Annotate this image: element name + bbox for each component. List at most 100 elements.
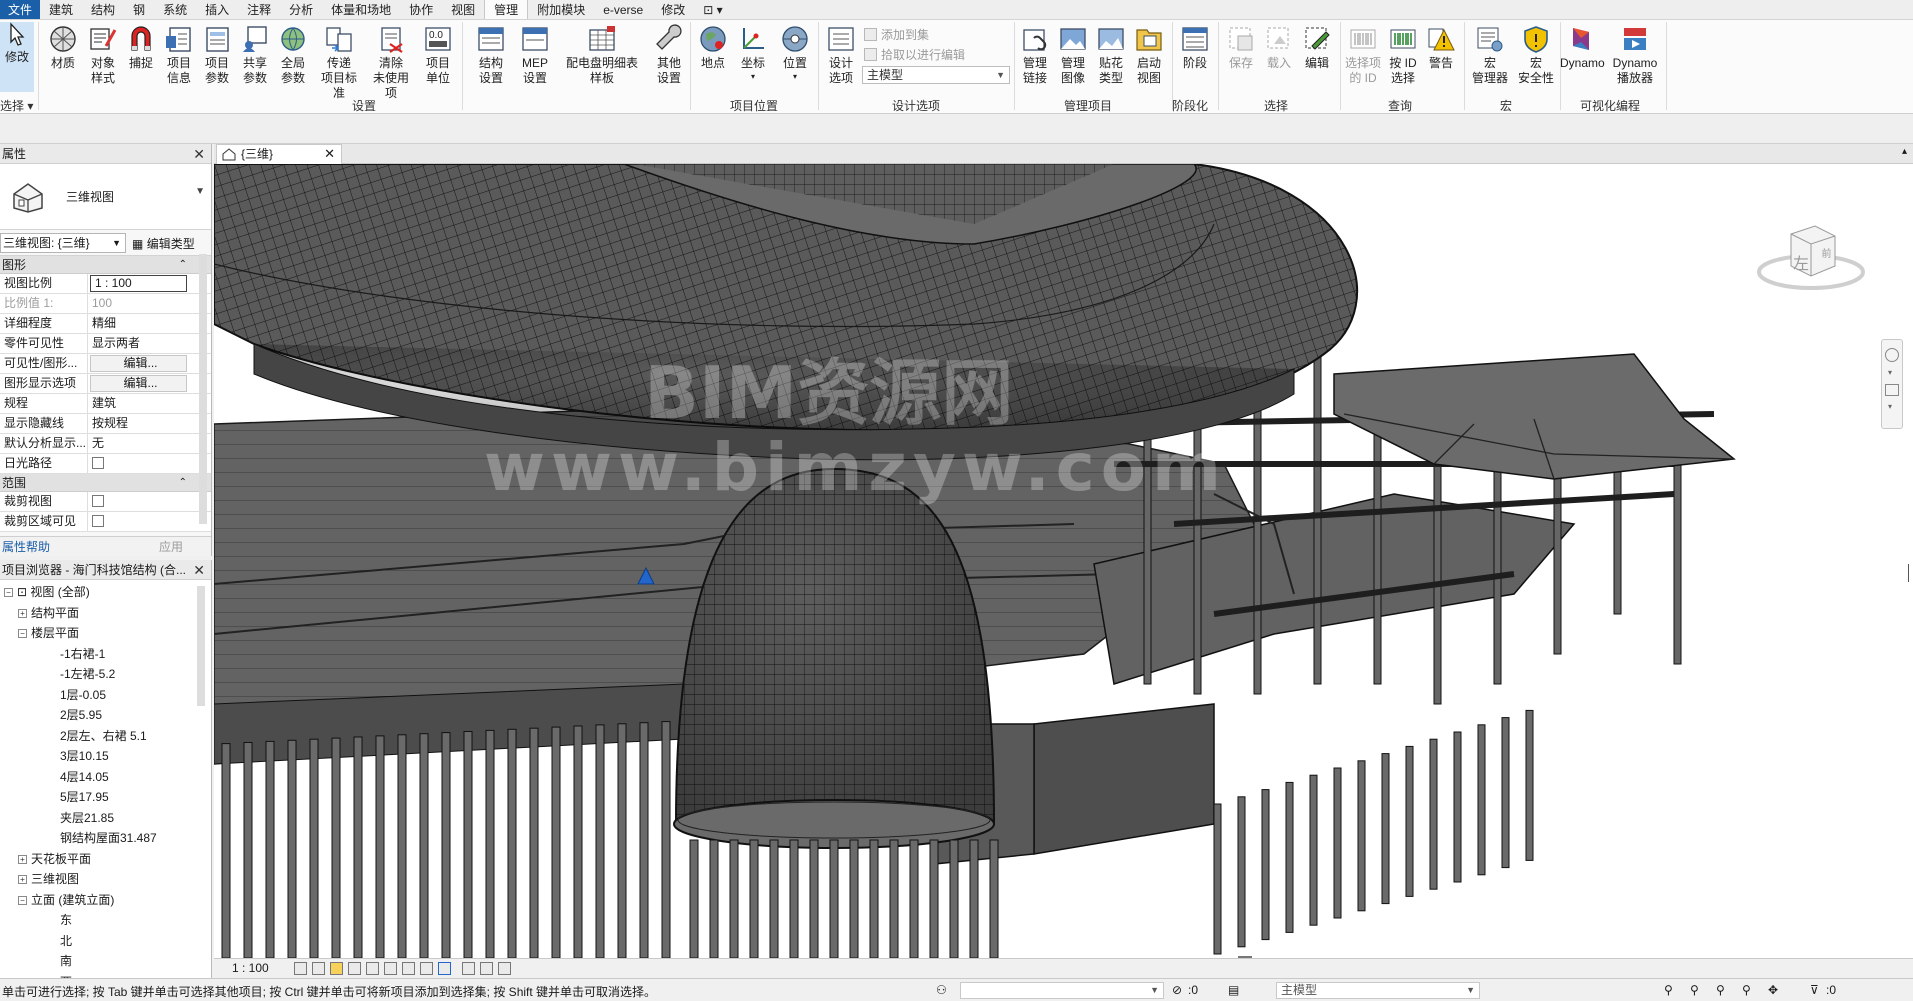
checkbox[interactable] <box>92 495 104 507</box>
checkbox[interactable] <box>92 515 104 527</box>
property-edit-button[interactable]: 编辑... <box>90 375 187 392</box>
manage-images-button[interactable]: 管理 图像 <box>1054 24 1092 86</box>
viewcube[interactable]: 左 前 <box>1753 214 1873 304</box>
properties-help-link[interactable]: 属性帮助 <box>2 537 50 557</box>
tab-menu-3[interactable]: 钢 <box>124 0 154 19</box>
property-value[interactable]: 建筑 <box>88 394 189 413</box>
decal-types-button[interactable]: 贴花 类型 <box>1092 24 1130 86</box>
location-button[interactable]: 地点 <box>694 24 732 71</box>
visual-style-icon[interactable] <box>312 962 325 975</box>
editable-only-icon[interactable]: ⊘ <box>1172 983 1182 997</box>
macro-manager-button[interactable]: 宏 管理器 <box>1468 24 1512 86</box>
tab-menu-6[interactable]: 注释 <box>238 0 280 19</box>
save-selection-button[interactable]: 保存 <box>1222 24 1260 71</box>
close-icon[interactable]: ✕ <box>193 144 205 164</box>
select-underlay-icon[interactable]: ⚲ <box>1690 983 1699 997</box>
position-button[interactable]: 位置 ▾ <box>776 24 814 84</box>
browser-item[interactable]: 2层5.95 <box>60 705 102 725</box>
browser-item[interactable]: 南 <box>60 951 72 971</box>
collapse-icon[interactable]: − <box>18 895 27 905</box>
collapse-icon[interactable]: − <box>4 588 13 598</box>
shared-params-button[interactable]: 共享 参数 <box>236 24 274 86</box>
property-checkbox[interactable] <box>88 454 189 473</box>
design-options-button[interactable]: 设计 选项 <box>822 24 860 86</box>
detail-level-icon[interactable] <box>294 962 307 975</box>
viewcube-left-face[interactable]: 左 <box>1793 250 1809 274</box>
materials-button[interactable]: 材质 <box>44 24 82 71</box>
project-info-button[interactable]: 项目 信息 <box>160 24 198 86</box>
tab-menu-11[interactable]: 管理 <box>484 0 529 19</box>
expand-icon[interactable]: + <box>18 608 27 618</box>
expand-icon[interactable]: + <box>18 854 27 864</box>
browser-item[interactable]: 1层-0.05 <box>60 685 106 705</box>
edit-selection-button[interactable]: 编辑 <box>1298 24 1336 71</box>
global-params-button[interactable]: 全局 参数 <box>274 24 312 86</box>
browser-item[interactable]: − 立面 (建筑立面) <box>18 890 114 910</box>
browser-item[interactable]: + 天花板平面 <box>18 849 91 869</box>
design-option-status[interactable]: 主模型 ▼ <box>1276 982 1480 999</box>
browser-item[interactable]: − 楼层平面 <box>18 623 79 643</box>
tab-3d-view[interactable]: {三维} ✕ <box>216 144 342 164</box>
browser-item[interactable]: + 结构平面 <box>18 603 79 623</box>
property-value[interactable]: 1 : 100 <box>90 275 187 292</box>
project-params-button[interactable]: 项目 参数 <box>198 24 236 86</box>
select-by-face-icon[interactable]: ⚲ <box>1742 983 1751 997</box>
load-selection-button[interactable]: 载入 <box>1260 24 1298 71</box>
tab-menu-4[interactable]: 系统 <box>154 0 196 19</box>
browser-item[interactable]: 北 <box>60 931 72 951</box>
checkbox[interactable] <box>92 457 104 469</box>
close-icon[interactable]: ✕ <box>193 560 205 580</box>
browser-item[interactable]: 3层10.15 <box>60 746 109 766</box>
group-extents[interactable]: 范围 ⌃ <box>0 474 211 492</box>
tab-menu-9[interactable]: 协作 <box>400 0 442 19</box>
browser-scrollbar[interactable] <box>197 586 205 706</box>
property-value[interactable]: 显示两者 <box>88 334 189 353</box>
other-settings-button[interactable]: 其他 设置 <box>650 24 688 86</box>
property-value[interactable]: 无 <box>88 434 189 453</box>
3d-viewport[interactable]: BIM资源网 www.bimzyw.com 左 前 ▾ ▾ <box>214 164 1913 958</box>
coordinates-button[interactable]: 坐标 ▾ <box>734 24 772 84</box>
collapse-icon[interactable]: − <box>18 629 27 639</box>
worksets-icon[interactable]: ⚇ <box>936 983 947 997</box>
purge-unused-button[interactable]: 清除 未使用项 <box>368 24 414 101</box>
tab-menu-12[interactable]: 附加模块 <box>528 0 594 19</box>
select-pinned-icon[interactable]: ⚲ <box>1716 983 1725 997</box>
workset-select[interactable]: ▼ <box>960 982 1164 999</box>
apply-button[interactable]: 应用 <box>159 537 183 557</box>
temporary-hide-icon[interactable] <box>438 962 451 975</box>
browser-item[interactable]: − ⊡ 视图 (全部) <box>4 582 90 602</box>
property-value[interactable]: 100 <box>88 294 189 313</box>
phases-button[interactable]: 阶段 <box>1176 24 1214 71</box>
tab-menu-5[interactable]: 插入 <box>196 0 238 19</box>
chevron-down-icon[interactable]: ▾ <box>1888 402 1892 411</box>
worksharing-icon[interactable] <box>480 962 493 975</box>
dynamo-button[interactable]: Dynamo <box>1560 24 1605 71</box>
browser-item[interactable]: 夹层21.85 <box>60 808 114 828</box>
tab-menu-0[interactable]: 文件 <box>0 0 41 19</box>
design-option-select[interactable]: 主模型 ▼ <box>862 66 1010 84</box>
starting-view-button[interactable]: 启动 视图 <box>1130 24 1168 86</box>
edit-type-button[interactable]: ▦ 编辑类型 <box>132 235 195 252</box>
chevron-down-icon[interactable]: ▾ <box>1888 368 1892 377</box>
mep-settings-button[interactable]: MEP 设置 <box>516 24 554 86</box>
design-options-icon[interactable]: ▤ <box>1228 983 1239 997</box>
snaps-button[interactable]: 捕捉 <box>122 24 160 71</box>
select-by-id-button[interactable]: 按 ID 选择 <box>1384 24 1422 86</box>
crop-view-icon[interactable] <box>384 962 397 975</box>
browser-item[interactable]: -1左裙-5.2 <box>60 664 115 684</box>
panel-schedule-button[interactable]: 配电盘明细表 样板 <box>560 24 644 86</box>
macro-security-button[interactable]: 宏 安全性 <box>1514 24 1558 86</box>
browser-item[interactable]: + 三维视图 <box>18 869 79 889</box>
tab-menu-13[interactable]: e-verse <box>594 0 652 19</box>
lock-view-icon[interactable] <box>420 962 433 975</box>
modify-button[interactable]: 修改 <box>0 22 34 92</box>
structural-settings-button[interactable]: 结构 设置 <box>472 24 510 86</box>
tab-menu-14[interactable]: 修改 <box>652 0 694 19</box>
property-value[interactable]: 按规程 <box>88 414 189 433</box>
select-links-icon[interactable]: ⚲ <box>1664 983 1673 997</box>
property-value[interactable]: 精细 <box>88 314 189 333</box>
property-checkbox[interactable] <box>88 492 189 511</box>
viewcube-front-face[interactable]: 前 <box>1817 248 1832 258</box>
panel-select-label[interactable]: 选择 ▾ <box>0 97 33 114</box>
browser-item[interactable]: 4层14.05 <box>60 767 109 787</box>
